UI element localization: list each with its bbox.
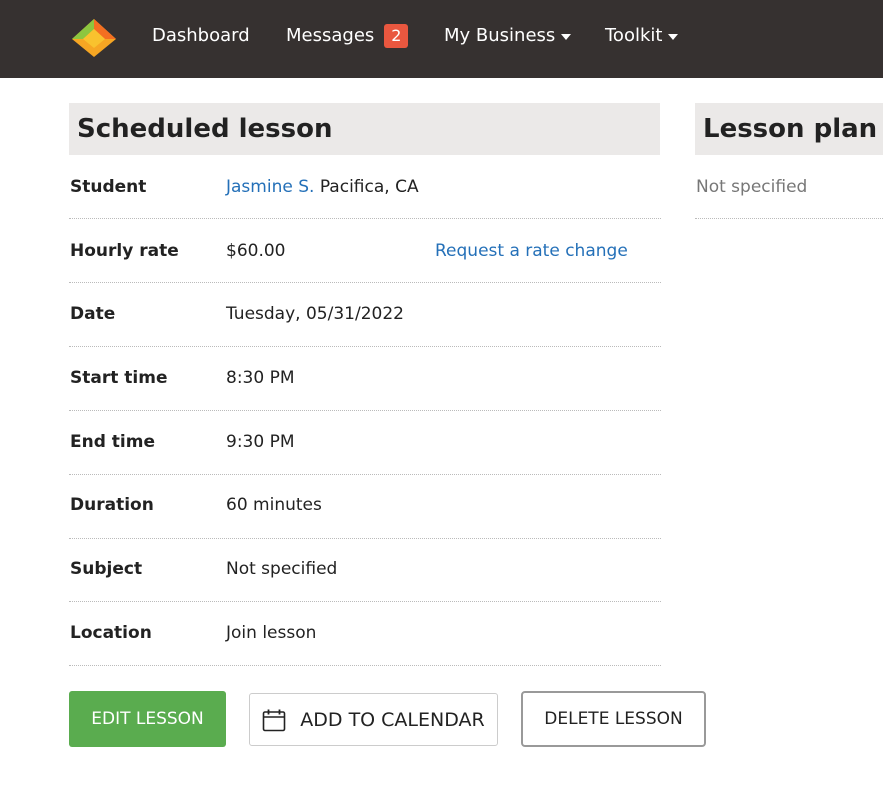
detail-row-date: Date Tuesday, 05/31/2022 — [69, 283, 661, 347]
nav-messages[interactable]: Messages 2 — [286, 24, 409, 48]
scheduled-lesson-header: Scheduled lesson — [69, 103, 660, 155]
student-name-link[interactable]: Jasmine S. — [226, 177, 314, 197]
row-label: End time — [70, 432, 155, 452]
detail-row-end-time: End time 9:30 PM — [69, 411, 661, 475]
duration-value: 60 minutes — [226, 495, 322, 515]
detail-row-location: Location Join lesson — [69, 602, 661, 666]
edit-lesson-button[interactable]: EDIT LESSON — [69, 691, 226, 747]
join-lesson-link[interactable]: Join lesson — [226, 615, 316, 651]
request-rate-change-link[interactable]: Request a rate change — [435, 233, 628, 269]
lesson-plan-title: Lesson plan — [703, 114, 878, 144]
caret-down-icon — [561, 34, 572, 40]
delete-lesson-label: DELETE LESSON — [544, 709, 683, 729]
row-label: Duration — [70, 495, 154, 515]
end-time-value: 9:30 PM — [226, 432, 295, 452]
date-value: Tuesday, 05/31/2022 — [226, 304, 404, 324]
student-location: Pacifica, CA — [319, 177, 419, 197]
detail-row-hourly-rate: Hourly rate $60.00 Request a rate change — [69, 219, 661, 283]
start-time-value: 8:30 PM — [226, 368, 295, 388]
row-label: Hourly rate — [70, 241, 179, 261]
brand-logo-icon[interactable] — [71, 17, 117, 57]
delete-lesson-button[interactable]: DELETE LESSON — [521, 691, 706, 747]
subject-value: Not specified — [226, 559, 338, 579]
nav-dashboard-label: Dashboard — [152, 25, 250, 46]
add-to-calendar-button[interactable]: ADD TO CALENDAR — [249, 693, 498, 746]
messages-count-badge: 2 — [384, 24, 409, 48]
caret-down-icon — [668, 34, 679, 40]
nav-messages-label: Messages — [286, 25, 375, 46]
row-label: Start time — [70, 368, 168, 388]
scheduled-lesson-title: Scheduled lesson — [77, 114, 333, 144]
detail-row-student: Student Jasmine S. Pacifica, CA — [69, 155, 661, 219]
nav-my-business[interactable]: My Business — [444, 24, 572, 48]
detail-row-start-time: Start time 8:30 PM — [69, 347, 661, 411]
add-to-calendar-label: ADD TO CALENDAR — [300, 708, 485, 731]
calendar-icon — [262, 709, 286, 731]
row-label: Location — [70, 623, 152, 643]
top-navbar: Dashboard Messages 2 My Business Toolkit — [0, 0, 883, 78]
hourly-rate-value: $60.00 — [226, 241, 286, 261]
lesson-plan-value: Not specified — [696, 177, 808, 197]
nav-toolkit-label: Toolkit — [605, 25, 663, 46]
detail-row-subject: Subject Not specified — [69, 538, 661, 602]
nav-toolkit[interactable]: Toolkit — [605, 24, 679, 48]
row-value: Jasmine S. Pacifica, CA — [226, 169, 419, 205]
row-label: Subject — [70, 559, 143, 579]
row-label: Student — [70, 177, 147, 197]
edit-lesson-label: EDIT LESSON — [91, 709, 204, 729]
lesson-plan-row: Not specified — [695, 155, 883, 219]
lesson-plan-header: Lesson plan — [695, 103, 883, 155]
row-label: Date — [70, 304, 116, 324]
nav-dashboard[interactable]: Dashboard — [152, 24, 250, 48]
nav-my-business-label: My Business — [444, 25, 556, 46]
detail-row-duration: Duration 60 minutes — [69, 475, 661, 539]
